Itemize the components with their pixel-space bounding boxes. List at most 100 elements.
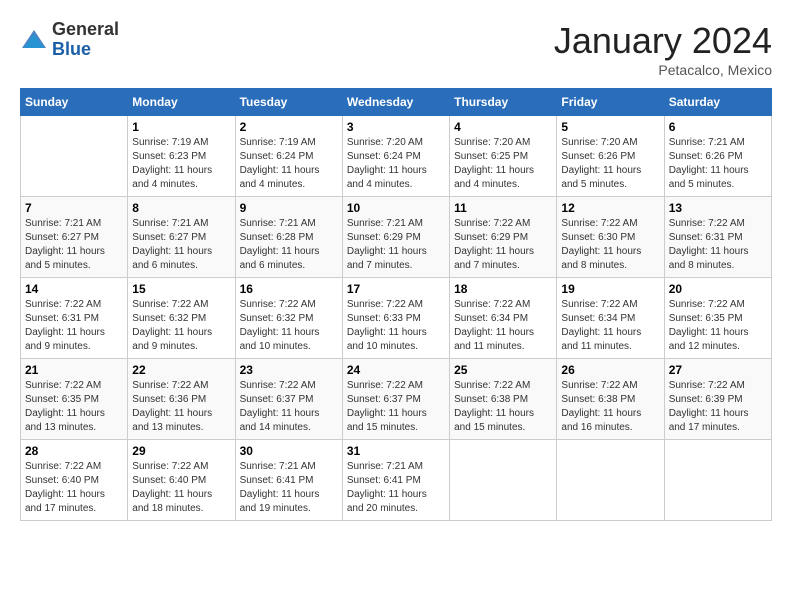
location: Petacalco, Mexico [554, 62, 772, 78]
day-info: Sunrise: 7:22 AMSunset: 6:38 PMDaylight:… [454, 379, 552, 435]
month-title: January 2024 [554, 20, 772, 62]
calendar-cell [557, 440, 664, 521]
logo-general: General [52, 20, 119, 40]
calendar-cell: 3 Sunrise: 7:20 AMSunset: 6:24 PMDaylight… [342, 116, 449, 197]
day-number: 31 [347, 444, 445, 458]
calendar-cell: 8 Sunrise: 7:21 AMSunset: 6:27 PMDaylight… [128, 197, 235, 278]
day-number: 2 [240, 120, 338, 134]
day-info: Sunrise: 7:22 AMSunset: 6:29 PMDaylight:… [454, 217, 552, 273]
column-header-tuesday: Tuesday [235, 89, 342, 116]
day-info: Sunrise: 7:22 AMSunset: 6:32 PMDaylight:… [240, 298, 338, 354]
day-number: 1 [132, 120, 230, 134]
day-info: Sunrise: 7:21 AMSunset: 6:26 PMDaylight:… [669, 136, 767, 192]
day-number: 28 [25, 444, 123, 458]
calendar-cell: 17 Sunrise: 7:22 AMSunset: 6:33 PMDayligh… [342, 278, 449, 359]
day-info: Sunrise: 7:22 AMSunset: 6:31 PMDaylight:… [669, 217, 767, 273]
calendar-cell: 12Sunrise: 7:22 AMSunset: 6:30 PMDayligh… [557, 197, 664, 278]
calendar-cell [21, 116, 128, 197]
day-info: Sunrise: 7:21 AMSunset: 6:27 PMDaylight:… [132, 217, 230, 273]
day-number: 6 [669, 120, 767, 134]
day-number: 8 [132, 201, 230, 215]
day-number: 10 [347, 201, 445, 215]
day-number: 14 [25, 282, 123, 296]
day-info: Sunrise: 7:22 AMSunset: 6:37 PMDaylight:… [347, 379, 445, 435]
calendar-cell: 10 Sunrise: 7:21 AMSunset: 6:29 PMDayligh… [342, 197, 449, 278]
calendar-cell: 21Sunrise: 7:22 AMSunset: 6:35 PMDayligh… [21, 359, 128, 440]
logo-blue: Blue [52, 40, 119, 60]
day-info: Sunrise: 7:21 AMSunset: 6:41 PMDaylight:… [240, 460, 338, 516]
day-number: 27 [669, 363, 767, 377]
day-number: 29 [132, 444, 230, 458]
column-header-saturday: Saturday [664, 89, 771, 116]
day-info: Sunrise: 7:22 AMSunset: 6:39 PMDaylight:… [669, 379, 767, 435]
day-number: 12 [561, 201, 659, 215]
calendar-cell: 22Sunrise: 7:22 AMSunset: 6:36 PMDayligh… [128, 359, 235, 440]
day-info: Sunrise: 7:19 AMSunset: 6:24 PMDaylight:… [240, 136, 338, 192]
day-info: Sunrise: 7:20 AMSunset: 6:25 PMDaylight:… [454, 136, 552, 192]
day-number: 24 [347, 363, 445, 377]
day-info: Sunrise: 7:21 AMSunset: 6:29 PMDaylight:… [347, 217, 445, 273]
day-number: 3 [347, 120, 445, 134]
day-number: 7 [25, 201, 123, 215]
day-number: 18 [454, 282, 552, 296]
calendar-week-row: 7 Sunrise: 7:21 AMSunset: 6:27 PMDaylight… [21, 197, 772, 278]
day-number: 15 [132, 282, 230, 296]
day-info: Sunrise: 7:22 AMSunset: 6:32 PMDaylight:… [132, 298, 230, 354]
day-info: Sunrise: 7:22 AMSunset: 6:34 PMDaylight:… [561, 298, 659, 354]
calendar-cell: 9Sunrise: 7:21 AMSunset: 6:28 PMDaylight… [235, 197, 342, 278]
calendar-cell: 31 Sunrise: 7:21 AMSunset: 6:41 PMDayligh… [342, 440, 449, 521]
calendar-cell: 27 Sunrise: 7:22 AMSunset: 6:39 PMDayligh… [664, 359, 771, 440]
calendar-cell: 25 Sunrise: 7:22 AMSunset: 6:38 PMDayligh… [450, 359, 557, 440]
calendar-cell: 13Sunrise: 7:22 AMSunset: 6:31 PMDayligh… [664, 197, 771, 278]
calendar-cell [664, 440, 771, 521]
day-number: 17 [347, 282, 445, 296]
calendar-cell: 30 Sunrise: 7:21 AMSunset: 6:41 PMDayligh… [235, 440, 342, 521]
calendar-cell: 19 Sunrise: 7:22 AMSunset: 6:34 PMDayligh… [557, 278, 664, 359]
calendar-week-row: 14 Sunrise: 7:22 AMSunset: 6:31 PMDayligh… [21, 278, 772, 359]
calendar-week-row: 28 Sunrise: 7:22 AMSunset: 6:40 PMDayligh… [21, 440, 772, 521]
calendar-cell: 28 Sunrise: 7:22 AMSunset: 6:40 PMDayligh… [21, 440, 128, 521]
calendar-cell: 7 Sunrise: 7:21 AMSunset: 6:27 PMDaylight… [21, 197, 128, 278]
day-info: Sunrise: 7:21 AMSunset: 6:41 PMDaylight:… [347, 460, 445, 516]
column-header-monday: Monday [128, 89, 235, 116]
day-number: 26 [561, 363, 659, 377]
day-number: 19 [561, 282, 659, 296]
calendar-cell: 26 Sunrise: 7:22 AMSunset: 6:38 PMDayligh… [557, 359, 664, 440]
day-info: Sunrise: 7:22 AMSunset: 6:40 PMDaylight:… [132, 460, 230, 516]
calendar-week-row: 21Sunrise: 7:22 AMSunset: 6:35 PMDayligh… [21, 359, 772, 440]
calendar-cell: 23Sunrise: 7:22 AMSunset: 6:37 PMDayligh… [235, 359, 342, 440]
title-block: January 2024 Petacalco, Mexico [554, 20, 772, 78]
day-number: 21 [25, 363, 123, 377]
calendar-cell: 14 Sunrise: 7:22 AMSunset: 6:31 PMDayligh… [21, 278, 128, 359]
calendar-cell: 29 Sunrise: 7:22 AMSunset: 6:40 PMDayligh… [128, 440, 235, 521]
day-number: 25 [454, 363, 552, 377]
page-header: General Blue January 2024 Petacalco, Mex… [20, 20, 772, 78]
calendar-table: SundayMondayTuesdayWednesdayThursdayFrid… [20, 88, 772, 521]
column-header-friday: Friday [557, 89, 664, 116]
column-header-wednesday: Wednesday [342, 89, 449, 116]
calendar-cell [450, 440, 557, 521]
day-number: 20 [669, 282, 767, 296]
calendar-cell: 6 Sunrise: 7:21 AMSunset: 6:26 PMDaylight… [664, 116, 771, 197]
calendar-cell: 16 Sunrise: 7:22 AMSunset: 6:32 PMDayligh… [235, 278, 342, 359]
calendar-header-row: SundayMondayTuesdayWednesdayThursdayFrid… [21, 89, 772, 116]
day-info: Sunrise: 7:22 AMSunset: 6:38 PMDaylight:… [561, 379, 659, 435]
day-number: 23 [240, 363, 338, 377]
day-info: Sunrise: 7:19 AMSunset: 6:23 PMDaylight:… [132, 136, 230, 192]
day-number: 5 [561, 120, 659, 134]
day-info: Sunrise: 7:20 AMSunset: 6:24 PMDaylight:… [347, 136, 445, 192]
day-number: 9 [240, 201, 338, 215]
day-number: 11 [454, 201, 552, 215]
calendar-cell: 11 Sunrise: 7:22 AMSunset: 6:29 PMDayligh… [450, 197, 557, 278]
day-info: Sunrise: 7:22 AMSunset: 6:31 PMDaylight:… [25, 298, 123, 354]
day-info: Sunrise: 7:22 AMSunset: 6:33 PMDaylight:… [347, 298, 445, 354]
day-number: 16 [240, 282, 338, 296]
day-info: Sunrise: 7:21 AMSunset: 6:27 PMDaylight:… [25, 217, 123, 273]
logo-icon [20, 26, 48, 54]
calendar-cell: 15 Sunrise: 7:22 AMSunset: 6:32 PMDayligh… [128, 278, 235, 359]
calendar-cell: 20Sunrise: 7:22 AMSunset: 6:35 PMDayligh… [664, 278, 771, 359]
day-number: 30 [240, 444, 338, 458]
day-info: Sunrise: 7:22 AMSunset: 6:40 PMDaylight:… [25, 460, 123, 516]
logo-text: General Blue [52, 20, 119, 60]
calendar-cell: 5Sunrise: 7:20 AMSunset: 6:26 PMDaylight… [557, 116, 664, 197]
